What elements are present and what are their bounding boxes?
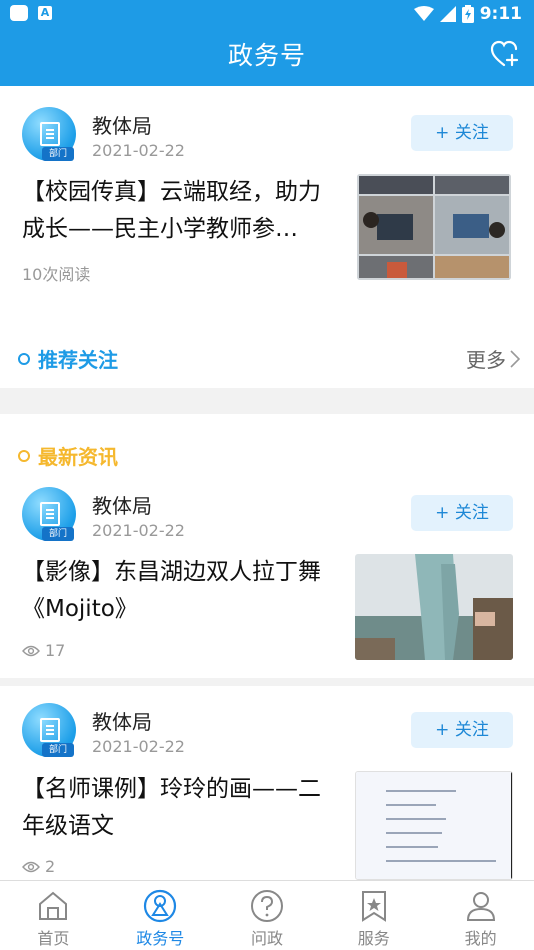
chevron-right-icon bbox=[510, 349, 520, 368]
section-dot-icon bbox=[18, 352, 30, 365]
account-name[interactable]: 教体局 bbox=[92, 706, 152, 735]
notification-a-icon: A bbox=[38, 6, 52, 20]
wifi-icon bbox=[413, 6, 434, 21]
home-icon bbox=[39, 891, 68, 920]
eye-icon bbox=[22, 645, 40, 656]
nav-mine-label: 我的 bbox=[464, 929, 497, 948]
app-header: A 9:11 政务号 bbox=[0, 0, 534, 86]
account-name[interactable]: 教体局 bbox=[92, 490, 152, 519]
more-link[interactable]: 更多 bbox=[466, 344, 520, 373]
building-icon bbox=[40, 122, 60, 146]
article-thumbnail[interactable] bbox=[355, 771, 513, 880]
follow-button[interactable]: + 关注 bbox=[411, 115, 513, 151]
more-label: 更多 bbox=[466, 348, 506, 372]
lesson-document-image bbox=[356, 772, 512, 879]
nav-service-label: 服务 bbox=[357, 929, 390, 948]
article-headline[interactable]: 【名师课例】玲玲的画——二年级语文 bbox=[22, 771, 340, 845]
post-date: 2021-02-22 bbox=[92, 521, 185, 540]
status-bar: A 9:11 bbox=[0, 0, 534, 28]
building-icon bbox=[40, 718, 60, 742]
gov-account-icon bbox=[144, 889, 177, 923]
video-conference-image bbox=[357, 174, 511, 280]
nav-gov-account[interactable]: 政务号 bbox=[107, 881, 214, 950]
recommend-title: 推荐关注 bbox=[38, 348, 118, 372]
view-count: 17 bbox=[22, 641, 65, 660]
nav-ask[interactable]: 问政 bbox=[214, 881, 321, 950]
view-count-value: 17 bbox=[45, 641, 66, 660]
nav-service[interactable]: 服务 bbox=[320, 881, 427, 950]
latest-news-title: 最新资讯 bbox=[38, 445, 118, 469]
post-date: 2021-02-22 bbox=[92, 737, 185, 756]
nav-ask-label: 问政 bbox=[250, 929, 283, 948]
nav-gov-account-label: 政务号 bbox=[136, 929, 185, 948]
article-thumbnail[interactable] bbox=[355, 554, 513, 660]
section-dot-icon bbox=[18, 449, 30, 462]
post-date: 2021-02-22 bbox=[92, 141, 185, 160]
nav-home[interactable]: 首页 bbox=[0, 881, 107, 950]
signal-icon bbox=[439, 6, 456, 22]
account-name[interactable]: 教体局 bbox=[92, 110, 152, 139]
article-headline[interactable]: 【校园传真】云端取经，助力成长——民主小学教师参… bbox=[22, 174, 340, 248]
bottom-nav: 首页 政务号 问政 服务 我的 bbox=[0, 880, 534, 950]
recommend-section: 推荐关注 更多 bbox=[0, 324, 534, 388]
article-thumbnail[interactable] bbox=[357, 174, 511, 280]
battery-icon bbox=[461, 5, 474, 23]
user-icon bbox=[466, 892, 495, 921]
favorite-add-icon[interactable] bbox=[490, 40, 520, 68]
account-avatar[interactable]: 部门 bbox=[22, 107, 76, 161]
follow-button[interactable]: + 关注 bbox=[411, 495, 513, 531]
nav-mine[interactable]: 我的 bbox=[427, 881, 534, 950]
avatar-tag: 部门 bbox=[42, 743, 74, 757]
building-icon bbox=[40, 502, 60, 526]
dance-video-image bbox=[355, 554, 513, 660]
recommend-label: 推荐关注 bbox=[18, 344, 118, 373]
question-icon bbox=[250, 890, 283, 922]
avatar-tag: 部门 bbox=[42, 147, 74, 161]
follow-button[interactable]: + 关注 bbox=[411, 712, 513, 748]
notification-icon bbox=[10, 5, 28, 21]
read-count: 10次阅读 bbox=[22, 265, 91, 284]
eye-icon bbox=[22, 861, 40, 872]
account-avatar[interactable]: 部门 bbox=[22, 487, 76, 541]
article-headline[interactable]: 【影像】东昌湖边双人拉丁舞《Mojito》 bbox=[22, 554, 340, 628]
view-count: 2 bbox=[22, 857, 55, 876]
page-title: 政务号 bbox=[227, 41, 306, 70]
avatar-tag: 部门 bbox=[42, 527, 74, 541]
latest-news-section: 最新资讯 部门 教体局 2021-02-22 + 关注 【影像】东昌湖边双人拉丁… bbox=[0, 414, 534, 678]
latest-news-label: 最新资讯 bbox=[18, 441, 118, 470]
nav-home-label: 首页 bbox=[37, 929, 70, 948]
account-avatar[interactable]: 部门 bbox=[22, 703, 76, 757]
view-count-value: 2 bbox=[45, 857, 56, 876]
news-article-card[interactable]: 部门 教体局 2021-02-22 + 关注 【名师课例】玲玲的画——二年级语文… bbox=[0, 686, 534, 880]
bookmark-star-icon bbox=[361, 891, 386, 922]
status-time: 9:11 bbox=[479, 4, 522, 24]
